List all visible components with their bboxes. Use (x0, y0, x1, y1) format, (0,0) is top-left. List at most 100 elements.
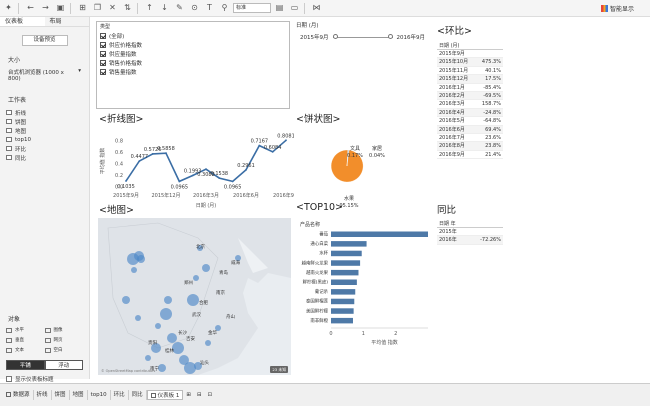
object-text[interactable]: 文本 (6, 346, 45, 354)
mom-row: 2016年1月 -85.4% (437, 84, 503, 92)
object-blank[interactable]: 空白 (44, 346, 84, 354)
data-label: 0.7167 (251, 139, 268, 145)
group-icon[interactable]: ⊙ (188, 2, 201, 15)
new-dashboard-tab-icon[interactable]: ⊟ (194, 390, 205, 400)
slider-handle-end[interactable] (387, 34, 393, 39)
tab-mom[interactable]: 环比 (111, 390, 129, 400)
view-select[interactable]: 标准 (233, 3, 271, 13)
worksheet-item[interactable]: top10 (6, 135, 83, 144)
map-unknown-badge[interactable]: 23 未知 (270, 366, 288, 373)
checkbox[interactable] (100, 59, 106, 66)
map-point[interactable] (155, 323, 161, 329)
map-point[interactable] (131, 267, 137, 273)
clear-icon[interactable]: ✕ (106, 2, 119, 15)
line-point (218, 177, 221, 180)
back-icon[interactable]: ← (24, 2, 37, 15)
map-point[interactable] (160, 308, 172, 320)
bar (331, 308, 354, 314)
sort-desc-icon[interactable]: ↓ (158, 2, 171, 15)
category-label: 葡记杀 (315, 288, 329, 295)
show-title-toggle[interactable]: 显示仪表板标题 (6, 375, 83, 383)
map-point[interactable] (205, 340, 211, 346)
divider (70, 2, 71, 14)
filter-option[interactable]: 销售价格指数 (97, 58, 289, 67)
filter-option[interactable]: 供应价格指数 (97, 40, 289, 49)
tab-layout[interactable]: 布局 (45, 17, 90, 26)
map-point[interactable] (187, 294, 199, 306)
map-point[interactable] (158, 364, 166, 372)
tab-top10[interactable]: top10 (88, 390, 111, 400)
dashboard-icon (150, 393, 156, 398)
size-select[interactable]: 台式机浏览器 (1000 x 800) ▾ (6, 67, 83, 83)
checkbox[interactable] (100, 50, 106, 57)
pin-icon[interactable]: ⚲ (218, 2, 231, 15)
worksheet-item[interactable]: 饼图 (6, 117, 83, 126)
device-preview-button[interactable]: 设备预览 (21, 35, 68, 46)
worksheet-item[interactable]: 地图 (6, 126, 83, 135)
swap-icon[interactable]: ⇅ (121, 2, 134, 15)
slice-value: 0.17% (347, 153, 363, 159)
map-point[interactable] (164, 296, 172, 304)
worksheet-item[interactable]: 同比 (6, 153, 83, 162)
object-image[interactable]: 图像 (44, 326, 84, 334)
filter-option[interactable]: 供应量指数 (97, 49, 289, 58)
duplicate-icon[interactable]: ❐ (91, 2, 104, 15)
sheet-icon (6, 137, 12, 142)
worksheet-item[interactable]: 环比 (6, 144, 83, 153)
object-webpage[interactable]: 网页 (44, 336, 84, 344)
map-point[interactable] (135, 315, 141, 321)
tiled-button[interactable]: 平铺 (6, 360, 45, 370)
map-point[interactable] (202, 264, 210, 272)
new-sheet-tab-icon[interactable]: ⊞ (183, 390, 194, 400)
filter-option[interactable]: (全部) (97, 31, 289, 40)
map-view[interactable]: 北京 威海 青岛 郑州 南京 合肥 武汉 舟山 长沙 金华 吉安 贵阳 桂林 汕头 南宁 © OpenStr… (98, 218, 291, 375)
floating-button[interactable]: 浮动 (44, 360, 83, 370)
map-point[interactable] (137, 255, 145, 263)
slider-handle-start[interactable] (332, 34, 338, 39)
tab-pie[interactable]: 饼图 (52, 390, 70, 400)
bar (331, 231, 428, 237)
size-value: 台式机浏览器 (1000 x 800) (8, 70, 64, 82)
category-label: 越南鲜火龙果 (302, 259, 329, 266)
slice-label: 水果 (344, 195, 354, 202)
x-tick-label: 0 (329, 331, 332, 337)
date-slider[interactable] (332, 34, 393, 40)
object-label: 网页 (53, 338, 63, 343)
sort-asc-icon[interactable]: ↑ (143, 2, 156, 15)
divider (304, 2, 305, 14)
map-point[interactable] (193, 275, 199, 281)
save-icon[interactable]: ▣ (54, 2, 67, 15)
new-story-tab-icon[interactable]: ⊡ (205, 390, 216, 400)
show-me-button[interactable]: 智能显示 (600, 4, 634, 13)
tab-yoy[interactable]: 同比 (129, 390, 147, 400)
map-point[interactable] (122, 296, 130, 304)
tab-map[interactable]: 地图 (70, 390, 88, 400)
checkbox[interactable] (100, 32, 106, 39)
blank-icon (44, 347, 51, 353)
app-logo-icon: ✦ (5, 3, 12, 12)
forward-icon[interactable]: → (39, 2, 52, 15)
filter-option[interactable]: 销售量指数 (97, 67, 289, 76)
chevron-down-icon: ▾ (78, 68, 81, 74)
chart-icon[interactable]: ▤ (273, 2, 286, 15)
city-label: 吉安 (186, 337, 195, 342)
mom-label: 2016年9月 (439, 151, 465, 158)
tab-datasource[interactable]: 数据源 (3, 390, 34, 400)
object-vertical[interactable]: 垂直 (6, 336, 45, 344)
labels-icon[interactable]: T (203, 2, 216, 15)
highlight-icon[interactable]: ✎ (173, 2, 186, 15)
new-sheet-icon[interactable]: ⊞ (76, 2, 89, 15)
mom-row: 2015年10月 475.3% (437, 58, 503, 67)
worksheet-item[interactable]: 折线 (6, 108, 83, 117)
object-label: 水平 (15, 328, 24, 333)
checkbox[interactable] (100, 41, 106, 48)
tab-dashboard[interactable]: 仪表板 (0, 17, 45, 26)
checkbox[interactable] (6, 376, 12, 382)
present-icon[interactable]: ▭ (288, 2, 301, 15)
map-point[interactable] (145, 355, 151, 361)
tab-dashboard-1[interactable]: 仪表板 1 (146, 390, 184, 400)
checkbox[interactable] (100, 68, 106, 75)
object-horizontal[interactable]: 水平 (6, 326, 45, 334)
tab-line[interactable]: 折线 (34, 390, 52, 400)
share-icon[interactable]: ⋈ (310, 2, 323, 15)
